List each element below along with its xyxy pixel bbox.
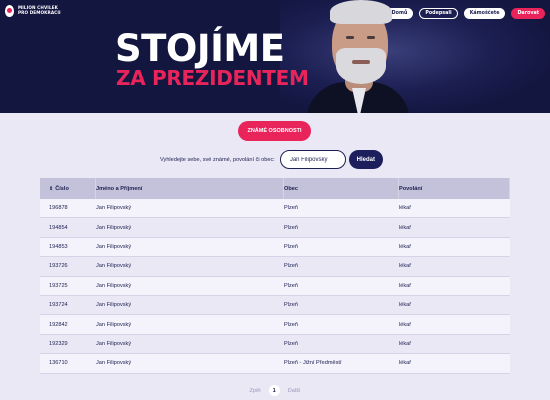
cell-number: 192329 [49,340,68,347]
cell-town: Plzeň [284,263,298,270]
header-number[interactable]: ⇕ Číslo [40,178,96,199]
table-row: 192842 Jan Filipovský Plzeň lékař [40,315,510,335]
pagination-next[interactable]: Další [288,388,301,394]
cell-name: Jan Filipovský [96,340,132,347]
nav-donate[interactable]: Darovat [511,8,545,19]
cell-profession: lékař [399,340,412,347]
cell-profession: lékař [399,321,412,328]
cell-name: Jan Filipovský [96,224,132,231]
pagination: Zpět 1 Další [0,385,550,396]
nav-share[interactable]: Kámoščete [463,8,506,19]
cell-name: Jan Filipovský [96,282,132,289]
table-row: 193724 Jan Filipovský Plzeň lékař [40,295,510,316]
table-row: 192329 Jan Filipovský Plzeň lékař [40,334,510,355]
hero-subtitle: ZA PREZIDENTEM [116,66,309,90]
cell-profession: lékař [399,302,412,309]
cell-number: 193724 [49,302,68,309]
cell-town: Plzeň - Jižní Předměstí [284,360,342,367]
cell-name: Jan Filipovský [96,263,132,270]
table-row: 196878 Jan Filipovský Plzeň lékař [40,199,510,219]
logo-line-2: PRO DEMOKRACII [18,10,61,15]
table-row: 193725 Jan Filipovský Plzeň lékař [40,276,510,296]
search-row: Vyhledejte sebe, své známé, povolání či … [160,150,383,169]
cell-number: 193725 [49,282,68,289]
logo[interactable]: MILION CHVILEK PRO DEMOKRACII [5,5,61,17]
table-row: 136710 Jan Filipovský Plzeň - Jižní Před… [40,354,510,374]
cell-number: 136710 [49,360,68,367]
cell-town: Plzeň [284,282,298,289]
cell-number: 193726 [49,263,68,270]
cell-town: Plzeň [284,340,298,347]
table-row: 194854 Jan Filipovský Plzeň lékař [40,218,510,238]
cell-profession: lékař [399,360,412,367]
cell-profession: lékař [399,282,412,289]
results-table: ⇕ Číslo Jméno a Příjmení Obec Povolání 1… [40,178,510,374]
header-profession[interactable]: Povolání [399,178,510,199]
cell-profession: lékař [399,243,412,250]
hero-title: STOJÍME [115,27,285,70]
table-header: ⇕ Číslo Jméno a Příjmení Obec Povolání [40,178,510,199]
cell-town: Plzeň [284,205,298,212]
cell-profession: lékař [399,263,412,270]
pagination-prev[interactable]: Zpět [250,388,261,394]
president-portrait [300,0,410,113]
cell-town: Plzeň [284,243,298,250]
table-row: 193726 Jan Filipovský Plzeň lékař [40,257,510,277]
cell-profession: lékař [399,224,412,231]
cell-profession: lékař [399,205,412,212]
cell-town: Plzeň [284,321,298,328]
cell-name: Jan Filipovský [96,243,132,250]
header-town[interactable]: Obec [284,178,399,199]
cell-town: Plzeň [284,302,298,309]
search-label: Vyhledejte sebe, své známé, povolání či … [160,156,275,163]
portrait-mouth [352,60,370,64]
logo-text: MILION CHVILEK PRO DEMOKRACII [18,5,61,15]
table-body: 196878 Jan Filipovský Plzeň lékař 194854… [40,199,510,374]
nav-signed[interactable]: Podepsali [419,8,458,19]
hero-banner: MILION CHVILEK PRO DEMOKRACII Domů Podep… [0,0,550,113]
famous-people-button[interactable]: ZNÁMÉ OSOBNOSTI [238,121,311,141]
cell-number: 192842 [49,321,68,328]
table-row: 194853 Jan Filipovský Plzeň lékař [40,237,510,258]
cell-town: Plzeň [284,224,298,231]
cell-name: Jan Filipovský [96,321,132,328]
logo-icon [5,5,14,17]
portrait-eye-right [367,36,375,39]
search-button[interactable]: Hledat [348,150,383,169]
portrait-beard [336,48,386,84]
cell-name: Jan Filipovský [96,205,132,212]
sort-icon[interactable]: ⇕ [49,186,53,192]
pagination-current-page[interactable]: 1 [268,385,280,396]
header-number-label: Číslo [55,185,69,192]
portrait-eye-left [346,36,354,39]
header-name[interactable]: Jméno a Příjmení [96,178,284,199]
cell-name: Jan Filipovský [96,302,132,309]
cell-name: Jan Filipovský [96,360,132,367]
cell-number: 194853 [49,243,68,250]
cell-number: 196878 [49,205,68,212]
cell-number: 194854 [49,224,68,231]
portrait-hair [330,0,392,24]
search-input[interactable] [279,150,346,169]
